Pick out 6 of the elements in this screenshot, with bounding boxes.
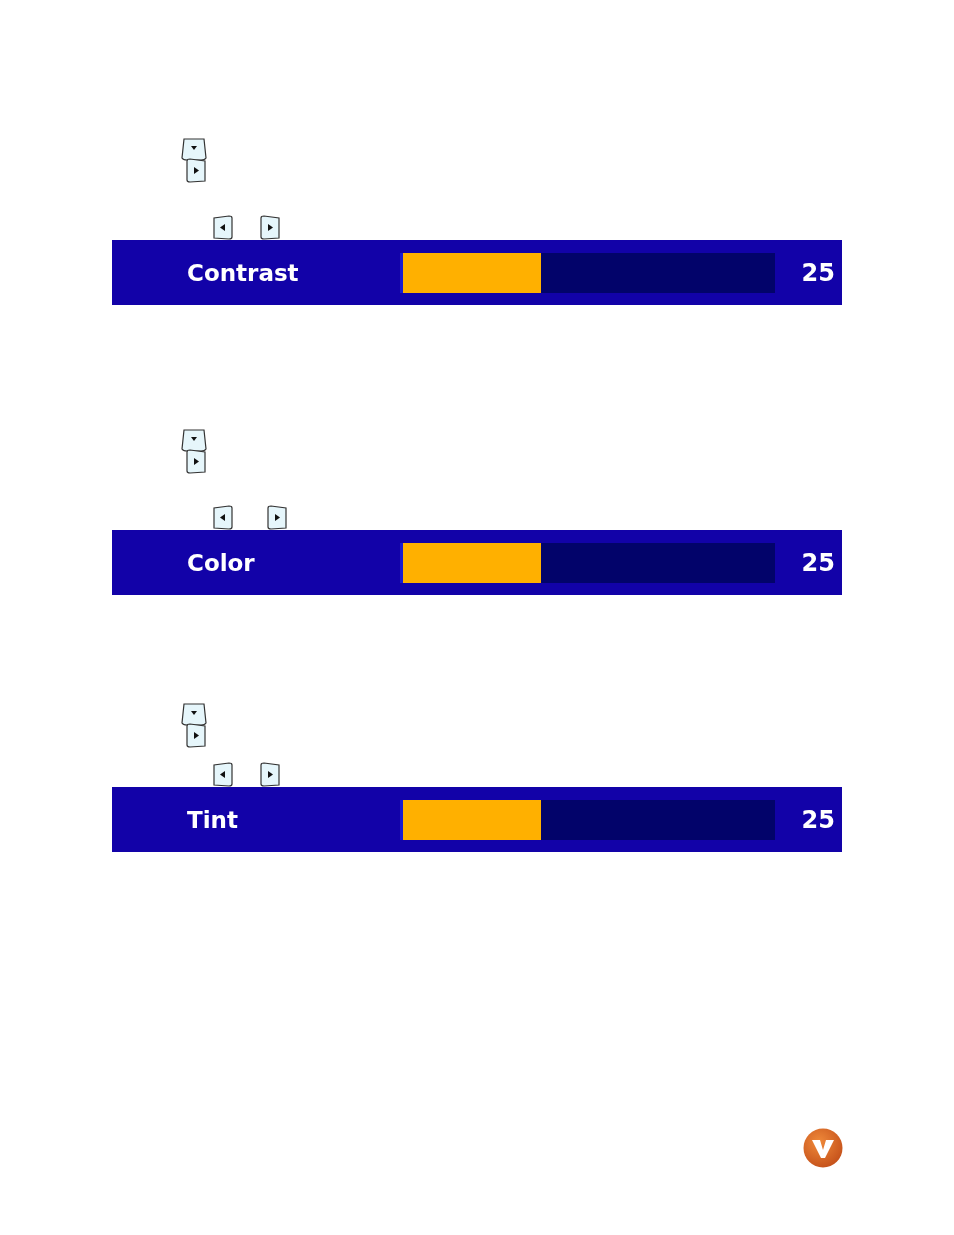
setting-label: Tint	[186, 806, 239, 833]
setting-value: 25	[801, 258, 835, 287]
setting-label: Color	[186, 549, 256, 576]
setting-value: 25	[801, 805, 835, 834]
setting-label: Contrast	[186, 259, 300, 286]
setting-value: 25	[801, 548, 835, 577]
